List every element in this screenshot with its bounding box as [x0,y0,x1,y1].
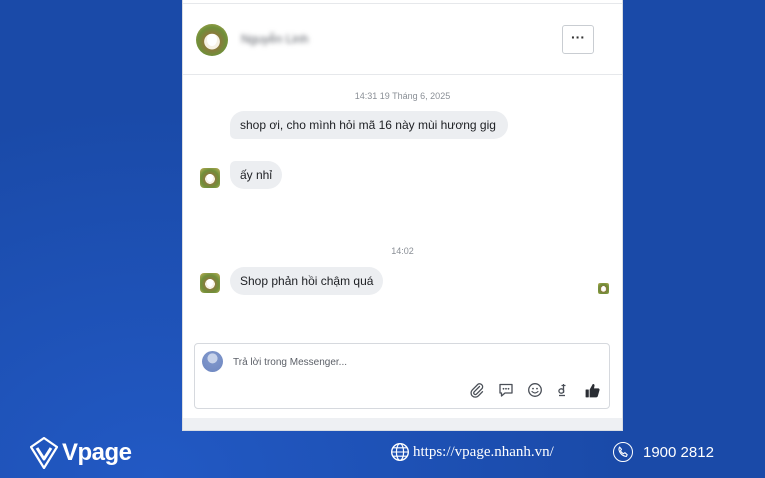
message-bubble: ấy nhỉ [230,161,283,189]
phone-number[interactable]: 1900 2812 [643,444,714,461]
contact-avatar[interactable] [196,24,228,56]
seen-indicator-avatar [598,283,609,294]
globe-icon [390,442,410,462]
dong-currency-icon[interactable] [553,381,571,399]
brand-name: Vpage [62,439,132,466]
reply-composer [194,343,610,409]
timestamp: 14:31 19 Tháng 6, 2025 [354,91,451,101]
sender-avatar [200,168,220,188]
thumbs-up-icon[interactable] [583,381,601,399]
contact-name: Nguyễn Linh [241,32,309,46]
chat-header: Nguyễn Linh ··· [183,3,622,75]
footer-website[interactable]: https://vpage.nhanh.vn/ [390,442,554,462]
panel-footer-strip [183,418,622,430]
vpage-logo: Vpage [30,437,132,469]
sender-avatar [200,273,220,293]
user-avatar [202,351,223,372]
reply-input[interactable] [233,354,593,370]
website-link[interactable]: https://vpage.nhanh.vn/ [413,444,554,461]
message-bubble: Shop phản hồi chậm quá [230,267,384,295]
vpage-logo-icon [30,437,58,469]
paperclip-icon[interactable] [468,381,486,399]
chat-panel: Nguyễn Linh ··· 14:31 19 Tháng 6, 2025 s… [183,0,622,430]
footer-phone[interactable]: 1900 2812 [613,442,714,462]
timestamp: 14:02 [391,246,414,256]
phone-icon [613,442,633,462]
more-options-button[interactable]: ··· [562,25,594,54]
emoji-icon[interactable] [526,381,544,399]
chat-bubble-icon[interactable] [497,381,515,399]
message-bubble: shop ơi, cho mình hỏi mã 16 này mùi hươn… [230,111,508,139]
